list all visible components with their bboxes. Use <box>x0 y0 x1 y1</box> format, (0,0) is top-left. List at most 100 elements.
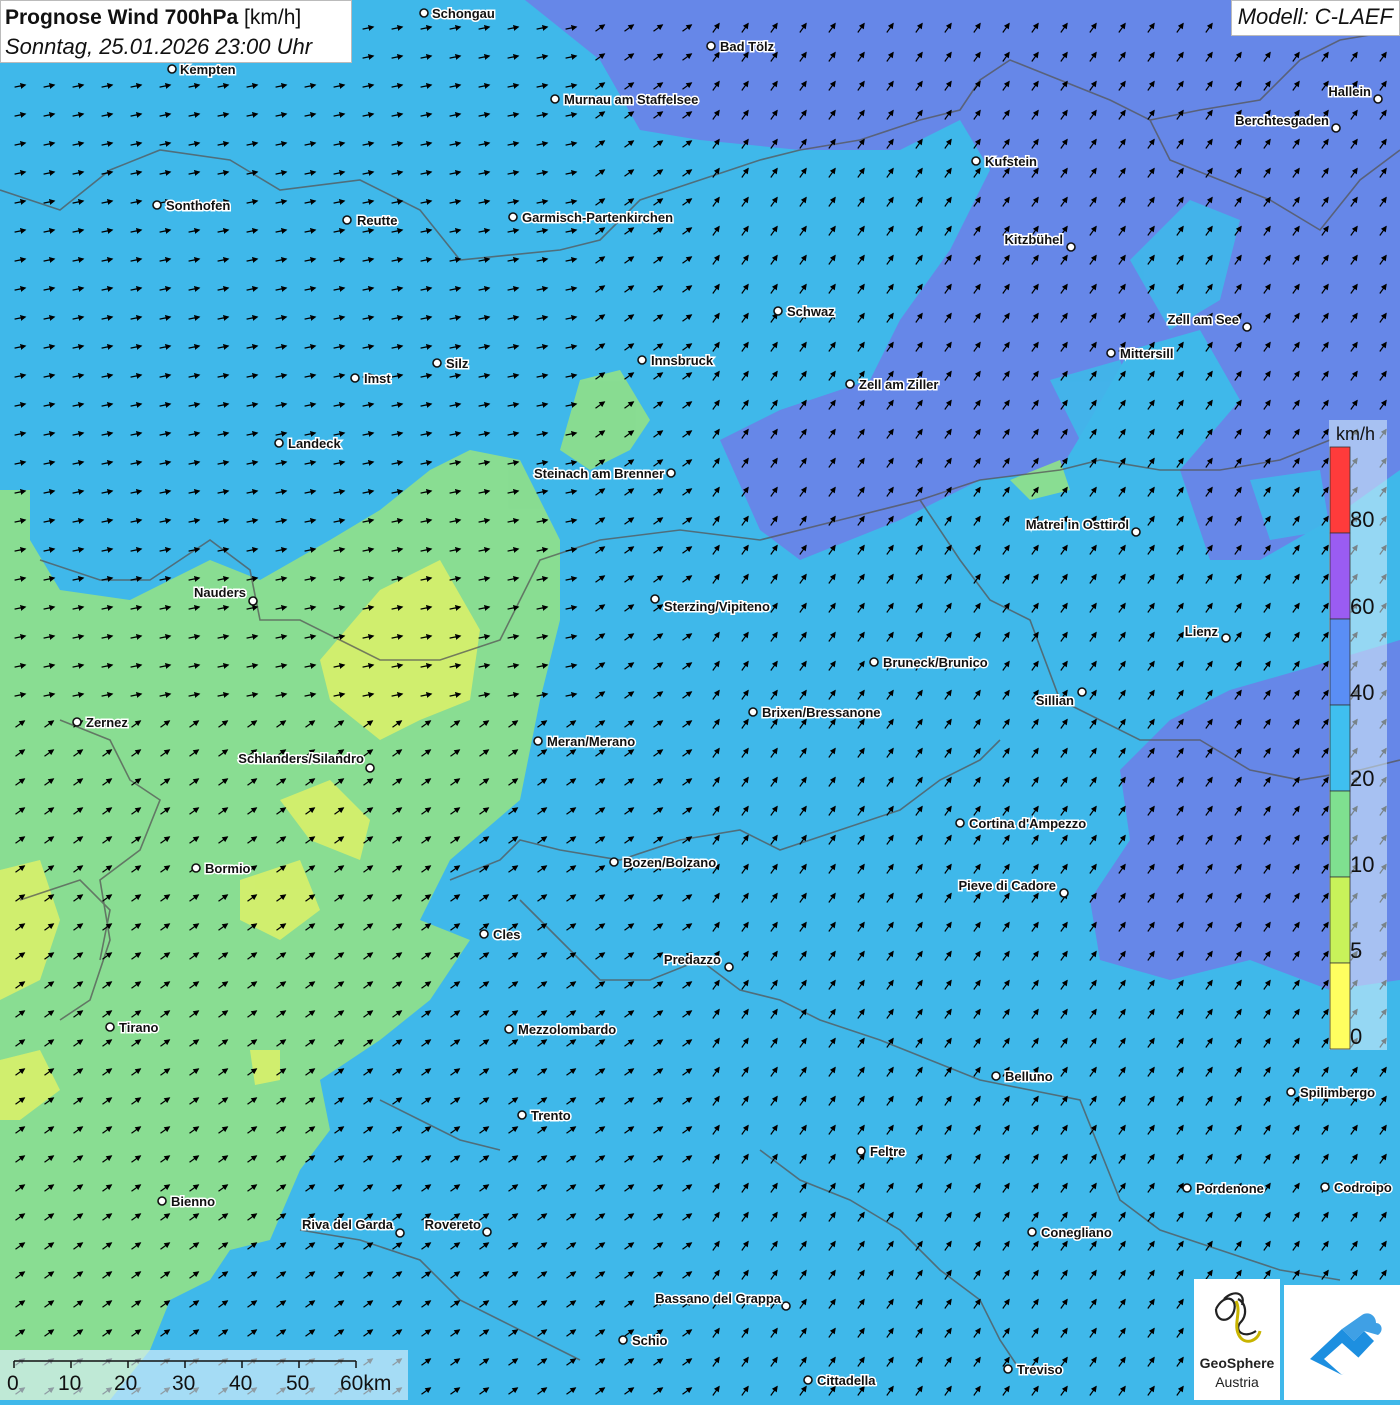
title-main: Prognose Wind 700hPa <box>5 6 239 29</box>
scale-label: 40 <box>229 1372 253 1395</box>
city-dot <box>1131 527 1141 537</box>
title-box: Prognose Wind 700hPa [km/h] Sonntag, 25.… <box>0 0 352 63</box>
city-dot <box>1027 1227 1037 1237</box>
city-label: Kitzbühel <box>1005 232 1064 247</box>
title-unit: [km/h] <box>244 6 302 29</box>
city-dot <box>274 438 284 448</box>
city-dot <box>1221 633 1231 643</box>
legend-swatch <box>1329 704 1351 792</box>
city-dot <box>533 736 543 746</box>
city-dot <box>991 1071 1001 1081</box>
legend-swatch <box>1329 962 1351 1050</box>
city-dot <box>395 1228 405 1238</box>
city-label: Sterzing/Vipiteno <box>664 599 770 614</box>
geosphere-name: GeoSphere <box>1199 1355 1275 1371</box>
city-label: Kufstein <box>985 154 1037 169</box>
city-label: Innsbruck <box>651 353 714 368</box>
legend-label: 80 <box>1350 507 1375 532</box>
city-dot <box>482 1227 492 1237</box>
legend-unit: km/h <box>1336 424 1376 444</box>
city-label: Garmisch-Partenkirchen <box>522 210 673 225</box>
city-label: Riva del Garda <box>302 1217 394 1232</box>
city-label: Conegliano <box>1041 1225 1112 1240</box>
city-label: Murnau am Staffelsee <box>564 92 698 107</box>
city-label: Mittersill <box>1120 346 1173 361</box>
scale-label: 0 <box>7 1372 19 1395</box>
city-dot <box>845 379 855 389</box>
city-dot <box>1373 94 1383 104</box>
legend-label: 10 <box>1350 852 1375 877</box>
city-label: Schlanders/Silandro <box>238 751 364 766</box>
city-label: Silz <box>446 356 469 371</box>
city-dot <box>637 355 647 365</box>
city-dot <box>773 306 783 316</box>
city-label: Matrei in Osttirol <box>1026 517 1129 532</box>
legend-label: 0 <box>1350 1024 1363 1049</box>
city-label: Reutte <box>357 213 397 228</box>
city-label: Zell am Ziller <box>859 377 938 392</box>
city-dot <box>803 1375 813 1385</box>
scale-label: 60km <box>340 1372 392 1395</box>
city-label: Sonthofen <box>166 198 230 213</box>
legend-swatch <box>1329 790 1351 878</box>
city-dot <box>365 763 375 773</box>
city-label: Mezzolombardo <box>518 1022 616 1037</box>
partner-logo[interactable] <box>1284 1285 1400 1400</box>
city-label: Zernez <box>86 715 128 730</box>
city-dot <box>856 1146 866 1156</box>
city-label: Bozen/Bolzano <box>623 855 716 870</box>
wind-map: Schongau Bad Tölz Kempten Murnau am Staffel… <box>0 0 1400 1400</box>
map-title: Prognose Wind 700hPa [km/h] <box>5 3 347 32</box>
city-dot <box>1320 1182 1330 1192</box>
city-label: Bad Tölz <box>720 39 775 54</box>
city-label: Spilimbergo <box>1300 1085 1375 1100</box>
city-dot <box>419 8 429 18</box>
city-label: Imst <box>364 371 391 386</box>
city-dot <box>666 468 676 478</box>
legend-swatch <box>1329 618 1351 706</box>
scale-label: 30 <box>172 1372 196 1395</box>
scale-label: 10 <box>58 1372 82 1395</box>
city-label: Landeck <box>288 436 342 451</box>
city-dot <box>191 863 201 873</box>
city-label: Cortina d'Ampezzo <box>969 816 1086 831</box>
legend-swatch <box>1329 446 1351 534</box>
city-dot <box>504 1024 514 1034</box>
city-dot <box>618 1335 628 1345</box>
legend-label: 20 <box>1350 766 1375 791</box>
city-label: Bassano del Grappa <box>655 1291 781 1306</box>
city-label: Schio <box>632 1333 667 1348</box>
city-label: Sillian <box>1036 693 1074 708</box>
city-label: Predazzo <box>664 952 721 967</box>
city-dot <box>1331 123 1341 133</box>
legend-label: 60 <box>1350 594 1375 619</box>
city-dot <box>157 1196 167 1206</box>
city-dot <box>350 373 360 383</box>
city-dot <box>955 818 965 828</box>
forecast-datetime: Sonntag, 25.01.2026 23:00 Uhr <box>5 34 313 59</box>
city-dot <box>724 962 734 972</box>
city-label: Pieve di Cadore <box>958 878 1056 893</box>
city-label: Steinach am Brenner <box>534 466 664 481</box>
city-label: Hallein <box>1328 84 1371 99</box>
city-label: Feltre <box>870 1144 905 1159</box>
model-label: Modell: C-LAEF <box>1230 0 1400 36</box>
city-label: Pordenone <box>1196 1181 1264 1196</box>
city-dot <box>167 64 177 74</box>
city-dot <box>248 596 258 606</box>
city-dot <box>1242 322 1252 332</box>
city-dot <box>609 857 619 867</box>
city-dot <box>1286 1087 1296 1097</box>
city-dot <box>650 594 660 604</box>
cloud-mountain-icon <box>1310 1313 1382 1375</box>
city-label: Bormio <box>205 861 251 876</box>
city-label: Bienno <box>171 1194 215 1209</box>
geosphere-logo[interactable]: GeoSphere Austria <box>1194 1279 1280 1400</box>
city-dot <box>1003 1364 1013 1374</box>
city-label: Berchtesgaden <box>1235 113 1329 128</box>
city-dot <box>105 1022 115 1032</box>
city-dot <box>1059 888 1069 898</box>
legend-swatch <box>1329 876 1351 964</box>
city-label: Bruneck/Brunico <box>883 655 988 670</box>
city-label: Cles <box>493 927 520 942</box>
